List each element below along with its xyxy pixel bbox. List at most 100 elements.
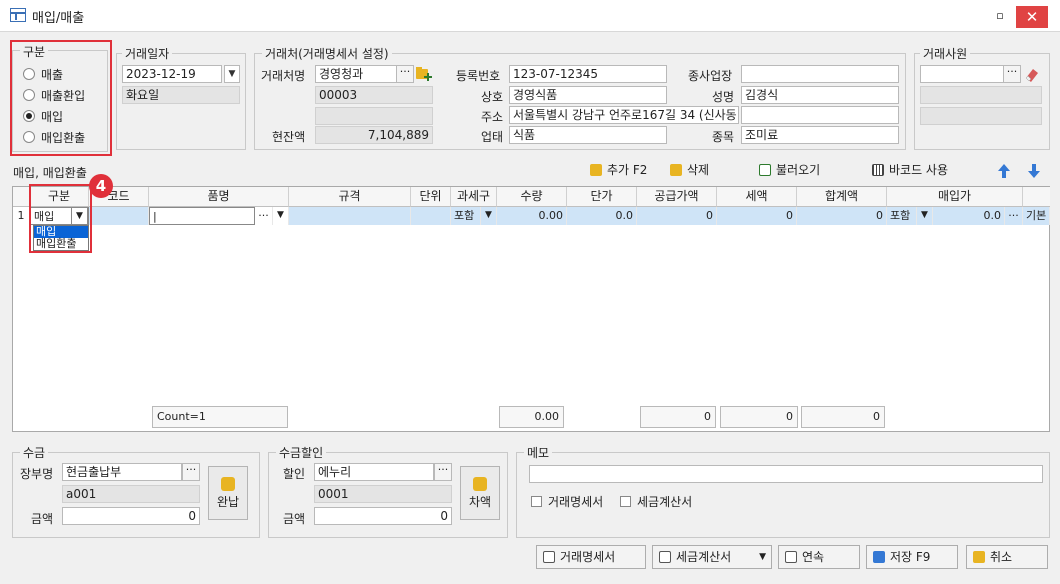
barcode-icon	[872, 164, 884, 176]
restore-button[interactable]: ▫	[986, 6, 1014, 26]
row-name-input[interactable]: |	[149, 207, 255, 225]
tax-invoice-icon	[659, 551, 671, 563]
continue-button[interactable]: 연속	[778, 545, 860, 569]
grid-header-price[interactable]: 단가	[567, 187, 637, 207]
grid-header-spec[interactable]: 규격	[289, 187, 411, 207]
ledger-search-button[interactable]: ···	[182, 463, 200, 481]
ledger-code-field: a001	[62, 485, 200, 503]
partner-add-icon[interactable]	[415, 66, 433, 82]
row-name-dropdown-icon[interactable]: ▼	[273, 207, 289, 225]
move-down-icon[interactable]	[1026, 163, 1042, 179]
row-tax-dropdown-icon[interactable]: ▼	[481, 207, 497, 225]
tax-invoice-dropdown-icon[interactable]: ▼	[759, 546, 766, 568]
row-name-search-button[interactable]: ···	[255, 207, 273, 225]
address-label: 주소	[481, 110, 504, 124]
address-extra-input[interactable]	[741, 106, 899, 124]
full-payment-button[interactable]: 완납	[208, 466, 248, 520]
ledger-input[interactable]: 현금출납부	[62, 463, 182, 481]
receipt-amount-label: 금액	[31, 512, 54, 526]
cancel-icon	[973, 551, 985, 563]
date-input[interactable]: 2023-12-19	[122, 65, 222, 83]
save-button-label: 저장 F9	[890, 550, 931, 564]
row-tax[interactable]: 포함	[451, 207, 481, 225]
row-number: 1	[13, 207, 30, 225]
add-button[interactable]: 추가 F2	[590, 158, 647, 182]
row-buy-tax-dropdown-icon[interactable]: ▼	[917, 207, 933, 225]
statement-button[interactable]: 거래명세서	[536, 545, 646, 569]
row-supply[interactable]: 0	[637, 207, 717, 225]
statement-button-label: 거래명세서	[560, 550, 616, 564]
delete-button[interactable]: 삭제	[670, 158, 709, 182]
biz-type-input[interactable]: 식품	[509, 126, 667, 144]
row-qty[interactable]: 0.00	[497, 207, 567, 225]
continue-icon	[785, 551, 797, 563]
grid-header-total[interactable]: 합계액	[797, 187, 887, 207]
owner-input[interactable]: 김경식	[741, 86, 899, 104]
partner-search-button[interactable]: ···	[396, 65, 414, 83]
statement-icon	[543, 551, 555, 563]
discount-search-button[interactable]: ···	[434, 463, 452, 481]
move-up-icon[interactable]	[996, 163, 1012, 179]
eraser-icon[interactable]	[1023, 66, 1041, 82]
address-input[interactable]: 서울특별시 강남구 언주로167길 34 (신사동	[509, 106, 739, 124]
tax-invoice-checkbox-label: 세금계산서	[637, 495, 693, 509]
add-row-icon	[590, 164, 602, 176]
tax-invoice-button[interactable]: 세금계산서 ▼	[652, 545, 772, 569]
grid-header-name[interactable]: 품명	[149, 187, 289, 207]
discount-label: 할인	[283, 467, 306, 481]
load-button[interactable]: 불러오기	[759, 158, 820, 182]
staff-search-button[interactable]: ···	[1003, 65, 1021, 83]
balance-field: 7,104,889	[315, 126, 433, 144]
row-total[interactable]: 0	[797, 207, 887, 225]
close-button[interactable]: ✕	[1016, 6, 1048, 28]
row-code[interactable]	[89, 207, 149, 225]
barcode-button[interactable]: 바코드 사용	[872, 158, 948, 182]
owner-label: 성명	[712, 90, 735, 104]
window-icon	[10, 8, 26, 22]
memo-input[interactable]	[529, 465, 1043, 483]
row-spec[interactable]	[289, 207, 411, 225]
biz-type-label: 업태	[481, 130, 504, 144]
delete-row-icon	[670, 164, 682, 176]
partner-name-input[interactable]: 경영청과	[315, 65, 397, 83]
date-dropdown-button[interactable]: ▼	[224, 65, 240, 83]
company-input[interactable]: 경영식품	[509, 86, 667, 104]
reg-no-input[interactable]: 123-07-12345	[509, 65, 667, 83]
row-buy-price[interactable]: 0.0	[933, 207, 1005, 225]
load-icon	[759, 164, 771, 176]
grid-header-supply[interactable]: 공급가액	[637, 187, 717, 207]
staff-input[interactable]	[920, 65, 1004, 83]
partner-legend: 거래처(거래명세서 설정)	[262, 45, 392, 62]
statement-checkbox[interactable]	[531, 496, 542, 507]
footer-supply: 0	[640, 406, 716, 428]
grid-header-qty[interactable]: 수량	[497, 187, 567, 207]
add-button-label: 추가 F2	[607, 163, 648, 177]
discount-amount-input[interactable]: 0	[314, 507, 452, 525]
date-legend: 거래일자	[122, 45, 173, 62]
item-label: 종목	[712, 130, 735, 144]
branch-input[interactable]	[741, 65, 899, 83]
item-input[interactable]: 조미료	[741, 126, 899, 144]
footer-vat: 0	[720, 406, 798, 428]
cancel-button[interactable]: 취소	[966, 545, 1048, 569]
discount-code-field: 0001	[314, 485, 452, 503]
section-label: 매입, 매입환출	[13, 166, 87, 180]
row-vat[interactable]: 0	[717, 207, 797, 225]
receipt-amount-input[interactable]: 0	[62, 507, 200, 525]
row-basis[interactable]: 기본	[1023, 207, 1050, 225]
footer-qty: 0.00	[499, 406, 564, 428]
row-price[interactable]: 0.0	[567, 207, 637, 225]
row-unit[interactable]	[411, 207, 451, 225]
grid-header-buy-price[interactable]: 매입가	[887, 187, 1023, 207]
grid-header-tax[interactable]: 과세구	[451, 187, 497, 207]
difference-button[interactable]: 차액	[460, 466, 500, 520]
grid-header-unit[interactable]: 단위	[411, 187, 451, 207]
row-buy-tax[interactable]: 포함	[887, 207, 917, 225]
save-button[interactable]: 저장 F9	[866, 545, 958, 569]
discount-input[interactable]: 에누리	[314, 463, 434, 481]
ledger-label: 장부명	[20, 467, 54, 481]
grid-header-vat[interactable]: 세액	[717, 187, 797, 207]
tax-invoice-checkbox[interactable]	[620, 496, 631, 507]
continue-button-label: 연속	[802, 550, 825, 564]
row-buy-price-search-button[interactable]: ···	[1005, 207, 1023, 225]
